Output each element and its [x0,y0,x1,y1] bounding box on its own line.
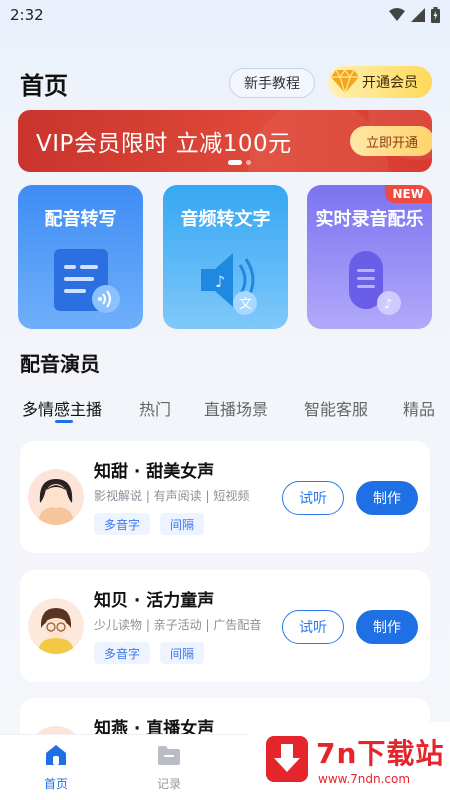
tab-premium[interactable]: 精品 [403,396,435,420]
feature-audio-to-text[interactable]: 音频转文字 ♪ 文 [163,185,288,329]
voice-card[interactable]: 知甜 · 甜美女声 影视解说 | 有声阅读 | 短视频 多音字 间隔 试听 制作 [20,441,430,553]
listen-button[interactable]: 试听 [282,481,344,515]
watermark-title: 7n下载站 [316,737,445,770]
tab-emotional-anchor[interactable]: 多情感主播 [22,396,102,420]
voice-tag: 多音字 [94,513,151,535]
new-badge: NEW [384,185,432,203]
svg-text:♪: ♪ [384,297,392,312]
avatar [28,469,84,525]
feature-realtime-recording[interactable]: 实时录音配乐 NEW ♪ [307,185,432,329]
voice-description: 少儿读物 | 亲子活动 | 广告配音 [94,618,262,632]
status-bar: 2:32 [0,0,450,32]
make-button[interactable]: 制作 [356,610,418,644]
tutorial-button[interactable]: 新手教程 [229,68,315,98]
section-title: 配音演员 [20,352,100,376]
vip-button-label: 开通会员 [362,75,418,91]
vip-button[interactable]: 开通会员 [328,66,432,98]
category-tabs: 多情感主播 热门 直播场景 智能客服 精品 [0,394,450,426]
tab-live-scene[interactable]: 直播场景 [204,396,268,420]
feature-dubbing-transcribe[interactable]: 配音转写 [18,185,143,329]
banner-dot-active [228,160,242,165]
header: 首页 新手教程 开通会员 [0,64,450,104]
promo-banner[interactable]: VIP会员限时 立减100元 立即开通 [18,110,432,172]
voice-tag: 间隔 [160,642,205,664]
make-button[interactable]: 制作 [356,481,418,515]
feature-label: 配音转写 [44,209,117,230]
signal-icon [411,8,425,22]
microphone-music-icon: ♪ [349,251,401,315]
banner-pagination [228,160,251,165]
tab-smart-service[interactable]: 智能客服 [304,396,368,420]
watermark: 7n下载站 www.7ndn.com [248,722,450,800]
nav-records-label: 记录 [156,777,181,791]
svg-text:文: 文 [239,297,252,312]
page-title: 首页 [20,72,68,100]
banner-open-button[interactable]: 立即开通 [350,126,432,156]
download-icon [266,736,308,782]
watermark-url: www.7ndn.com [318,772,411,786]
nav-home[interactable]: 首页 [26,743,86,792]
voice-tag: 多音字 [94,642,151,664]
folder-icon [158,746,180,765]
banner-text: VIP会员限时 立减100元 [36,131,292,157]
banner-dot [246,160,251,165]
diamond-icon [331,68,359,95]
nav-home-label: 首页 [43,777,68,791]
tab-popular[interactable]: 热门 [139,396,171,420]
speaker-text-icon: ♪ 文 [201,253,257,315]
status-icons [389,7,440,23]
listen-button[interactable]: 试听 [282,610,344,644]
wifi-icon [389,8,405,21]
voice-name: 知贝 · 活力童声 [94,591,215,611]
document-sound-icon [54,249,120,313]
voice-description: 影视解说 | 有声阅读 | 短视频 [94,489,250,503]
status-time: 2:32 [10,6,44,24]
feature-label: 实时录音配乐 [315,209,424,230]
voice-tags: 多音字 间隔 [94,642,205,664]
svg-text:♪: ♪ [215,272,225,291]
avatar [28,598,84,654]
feature-row: 配音转写 音频转文字 ♪ 文 实时录音配乐 NEW ♪ [18,185,432,329]
feature-label: 音频转文字 [180,209,271,230]
voice-tags: 多音字 间隔 [94,513,205,535]
voice-tag: 间隔 [160,513,205,535]
home-icon [46,745,66,765]
battery-icon [431,7,440,23]
nav-records[interactable]: 记录 [139,743,199,792]
tab-indicator [55,420,73,423]
voice-name: 知甜 · 甜美女声 [94,462,215,482]
voice-card[interactable]: 知贝 · 活力童声 少儿读物 | 亲子活动 | 广告配音 多音字 间隔 试听 制… [20,570,430,682]
